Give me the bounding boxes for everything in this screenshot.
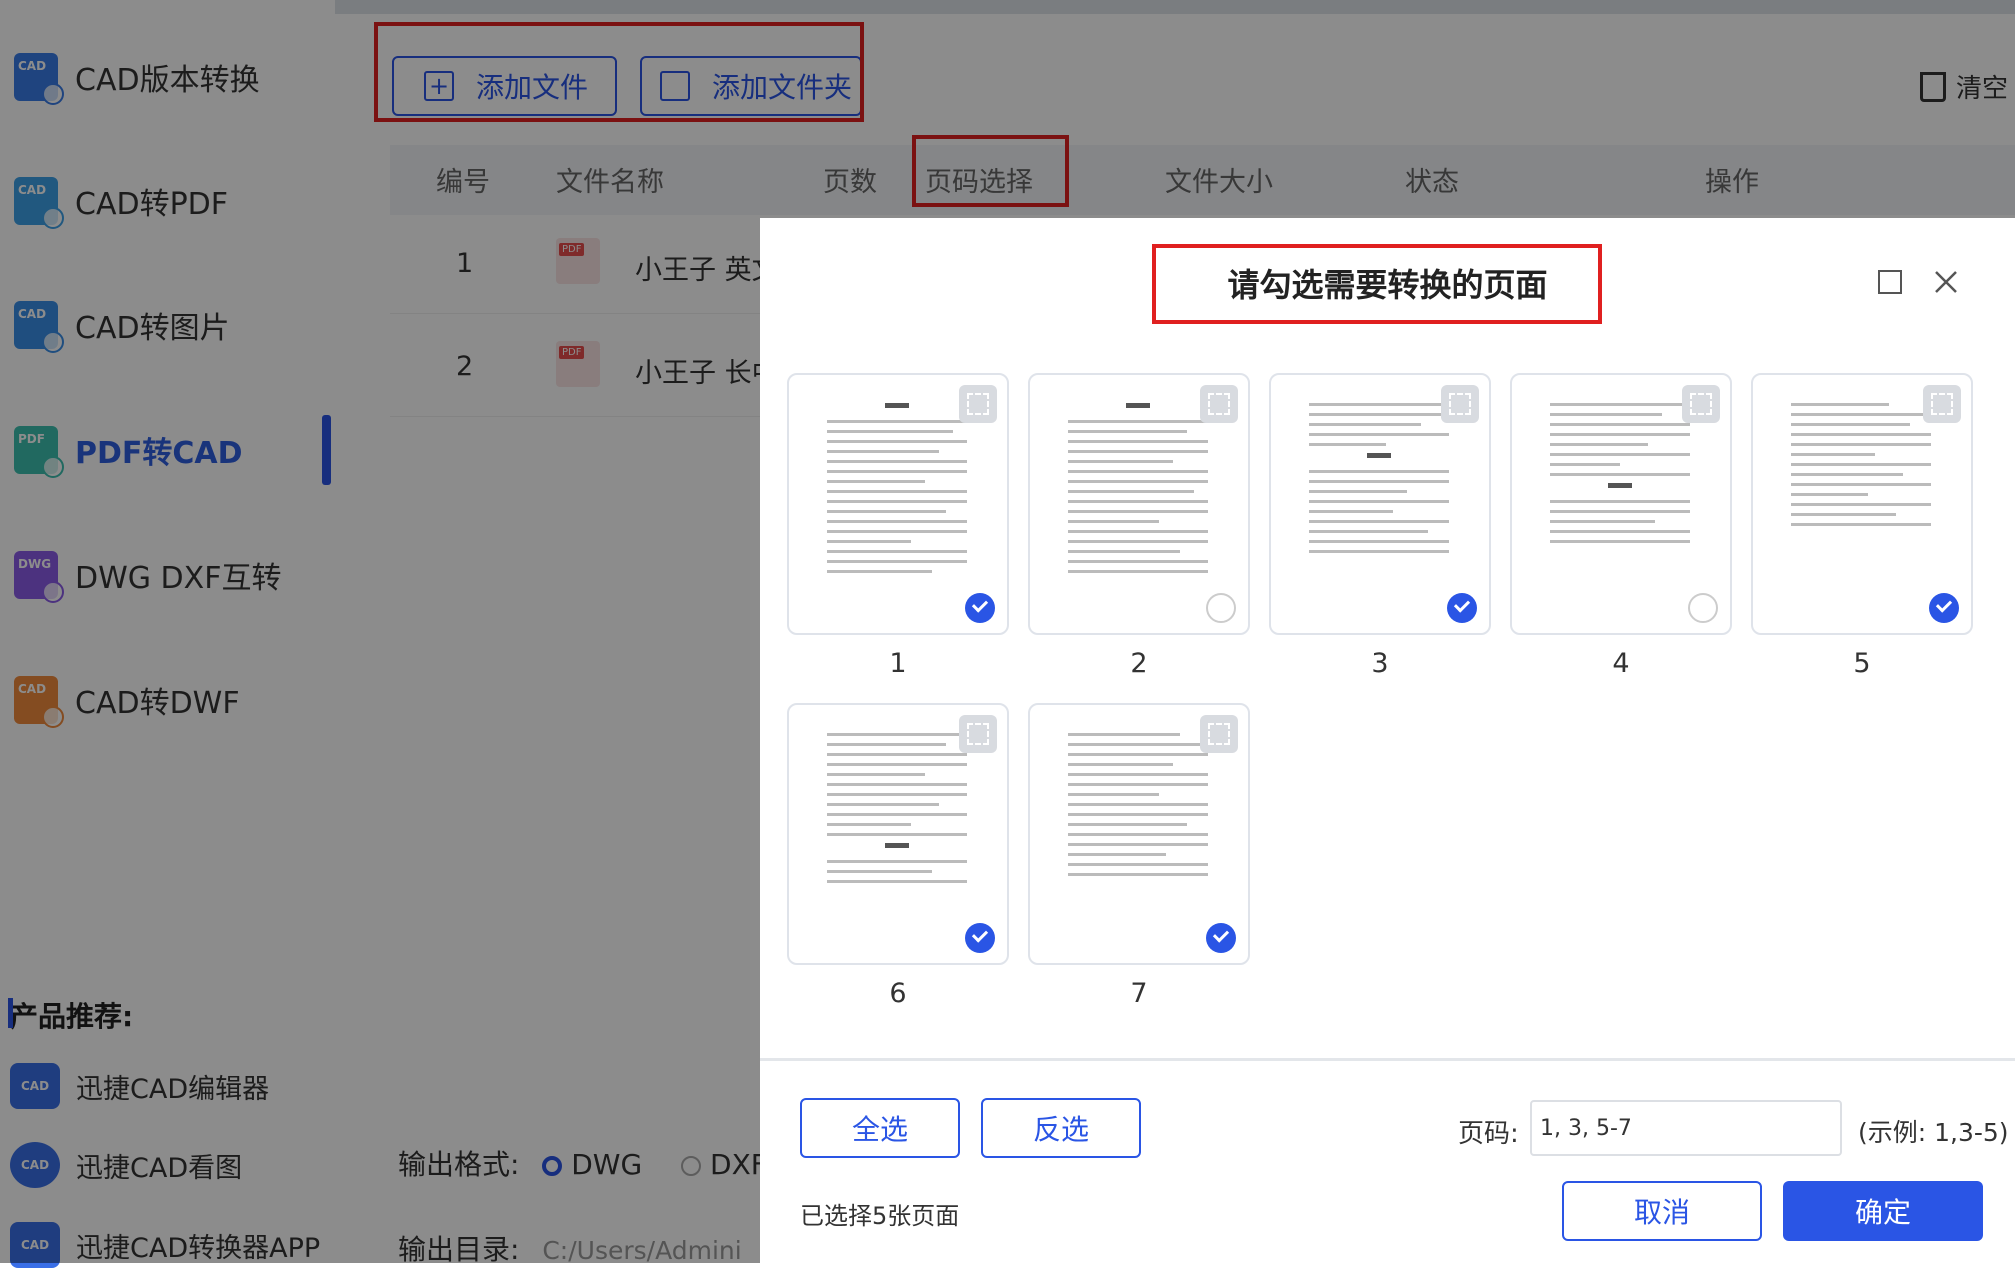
page-number: 5 [1853,648,1871,679]
page-range-example: (示例: 1,3-5) [1858,1118,2009,1147]
page-number: 6 [889,978,907,1009]
checkbox-checked[interactable] [1447,593,1477,623]
maximize-icon[interactable] [1878,270,1902,294]
checkbox-unchecked[interactable] [1206,593,1236,623]
page-number: 1 [889,648,907,679]
page-thumbnail[interactable] [787,373,1009,635]
expand-icon[interactable] [959,385,997,423]
page-range-label: 页码: [1458,1119,1519,1149]
page-number: 7 [1130,978,1148,1009]
page-thumbnail[interactable] [1751,373,1973,635]
checkbox-checked[interactable] [965,593,995,623]
page-thumbnail[interactable] [1510,373,1732,635]
confirm-button[interactable]: 确定 [1783,1181,1983,1241]
dialog-divider [760,1058,2015,1061]
expand-icon[interactable] [1682,385,1720,423]
close-icon[interactable] [1934,270,1958,294]
checkbox-checked[interactable] [1929,593,1959,623]
page-number: 4 [1612,648,1630,679]
highlight-dialog-title [1152,244,1602,324]
page-select-dialog: 请勾选需要转换的页面 1 2 3 4 5 6 7 全选 反选 页码: 1, 3,… [760,218,2015,1263]
page-number: 3 [1371,648,1389,679]
invert-select-button[interactable]: 反选 [981,1098,1141,1158]
page-thumbnail[interactable] [1028,703,1250,965]
expand-icon[interactable] [1441,385,1479,423]
page-range-input[interactable] [1530,1100,1842,1156]
page-number: 2 [1130,648,1148,679]
page-thumbnail[interactable] [787,703,1009,965]
expand-icon[interactable] [1200,385,1238,423]
selected-count: 已选择5张页面 [800,1202,960,1230]
page-thumbnail[interactable] [1269,373,1491,635]
expand-icon[interactable] [1923,385,1961,423]
expand-icon[interactable] [1200,715,1238,753]
select-all-button[interactable]: 全选 [800,1098,960,1158]
page-thumbnail[interactable] [1028,373,1250,635]
checkbox-checked[interactable] [965,923,995,953]
checkbox-checked[interactable] [1206,923,1236,953]
expand-icon[interactable] [959,715,997,753]
checkbox-unchecked[interactable] [1688,593,1718,623]
cancel-button[interactable]: 取消 [1562,1181,1762,1241]
